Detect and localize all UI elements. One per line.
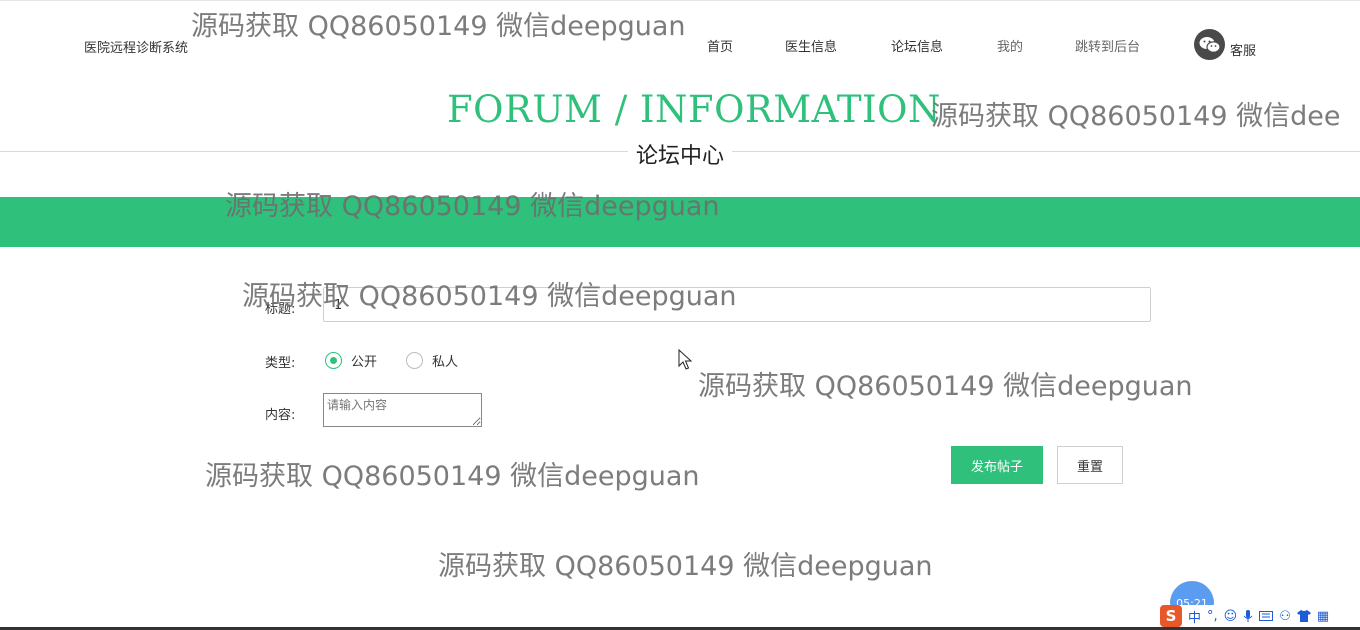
microphone-icon[interactable] [1243,609,1253,623]
nav-doctor-info[interactable]: 医生信息 [785,36,837,55]
forum-title-en: FORUM / INFORMATION [447,88,941,131]
content-label: 内容: [265,408,296,423]
type-option-public-label: 公开 [351,355,378,370]
site-brand[interactable]: 医院远程诊断系统 [84,37,188,56]
watermark-text: 源码获取 QQ86050149 微信deepguan [438,551,933,582]
reset-button[interactable]: 重置 [1057,446,1123,484]
forum-title-cn: 论坛中心 [628,138,733,170]
ime-mode-label[interactable]: 中 [1188,607,1201,626]
sogou-ime-icon[interactable]: S [1160,605,1182,627]
nav-home[interactable]: 首页 [707,36,733,55]
mouse-cursor-icon [678,349,692,370]
nav-go-admin[interactable]: 跳转到后台 [1075,36,1140,55]
nav-forum-info[interactable]: 论坛信息 [891,36,943,55]
keyboard-icon[interactable] [1259,611,1274,621]
watermark-text: 源码获取 QQ86050149 微信deepguan [205,461,700,492]
title-label: 标题: [265,302,296,317]
wechat-service-icon[interactable] [1194,29,1225,60]
skin-shirt-icon[interactable] [1296,610,1311,622]
green-banner [0,197,1360,247]
watermark-text: 源码获取 QQ86050149 微信dee [931,101,1341,132]
title-input[interactable]: 1 [323,287,1151,322]
punctuation-icon[interactable]: °, [1207,609,1218,624]
publish-post-button[interactable]: 发布帖子 [951,446,1043,484]
top-border [0,0,1360,1]
emoji-icon[interactable]: ☺ [1224,609,1238,624]
watermark-text: 源码获取 QQ86050149 微信deepguan [191,11,686,42]
type-radio-public[interactable]: 公开 [325,351,377,370]
radio-unchecked-icon[interactable] [406,352,423,369]
radio-checked-icon[interactable] [325,352,342,369]
type-radio-private[interactable]: 私人 [406,351,458,370]
grid-menu-icon[interactable]: ▦ [1317,609,1329,624]
user-icon[interactable]: ⚇ [1279,609,1291,624]
content-textarea[interactable] [323,393,482,427]
watermark-text: 源码获取 QQ86050149 微信deepguan [698,371,1193,402]
ime-toolbar[interactable]: S 中 °, ☺ ⚇ ▦ [1160,605,1360,627]
type-label: 类型: [265,356,296,371]
nav-mine[interactable]: 我的 [997,36,1023,55]
customer-service-label[interactable]: 客服 [1230,40,1256,59]
type-option-private-label: 私人 [432,355,459,370]
